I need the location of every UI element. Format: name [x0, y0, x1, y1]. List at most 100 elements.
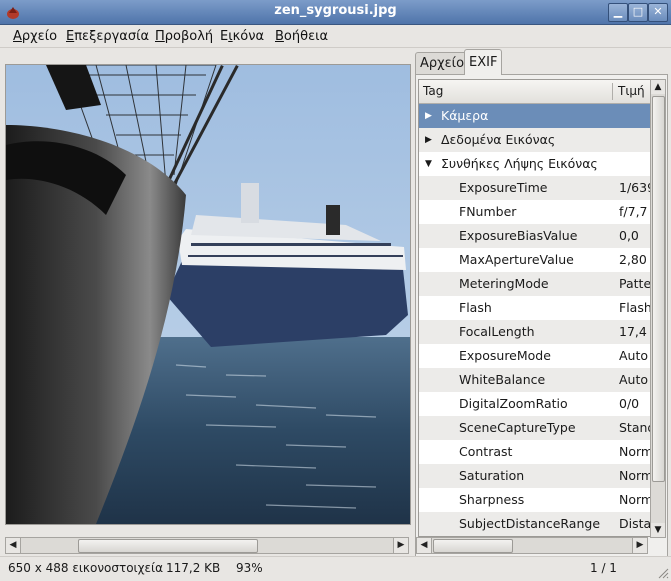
exif-tag: ExposureBiasValue — [459, 228, 578, 243]
exif-value: Norm — [619, 444, 652, 459]
expander-open-icon[interactable]: ▼ — [425, 152, 432, 176]
close-icon: ✕ — [653, 5, 663, 18]
exif-value: Flash — [619, 300, 652, 315]
expander-closed-icon[interactable]: ▶ — [425, 104, 432, 128]
menu-file[interactable]: Αρχείο — [13, 29, 57, 44]
exif-row[interactable]: FocalLength 17,4 — [419, 320, 651, 344]
exif-tag: Sharpness — [459, 492, 525, 507]
scroll-left-icon[interactable]: ◀ — [6, 538, 21, 553]
exif-tag: MaxApertureValue — [459, 252, 574, 267]
exif-value: Auto — [619, 372, 649, 387]
tab-file[interactable]: Αρχείο — [415, 52, 470, 74]
exif-row[interactable]: Contrast Norm — [419, 440, 651, 464]
window-title: zen_sygrousi.jpg — [274, 3, 397, 18]
status-page: 1 / 1 — [590, 561, 617, 575]
column-value[interactable]: Τιμή — [618, 84, 645, 98]
maximize-button[interactable]: □ — [628, 3, 648, 22]
maximize-icon: □ — [632, 5, 644, 18]
column-separator[interactable] — [612, 83, 613, 100]
exif-row[interactable]: SubjectDistanceRange Dista — [419, 512, 651, 536]
exif-tag: WhiteBalance — [459, 372, 546, 387]
menu-file-mnemonic: Α — [13, 29, 22, 44]
exif-vscrollbar[interactable]: ▲ ▼ — [650, 79, 666, 538]
exif-row[interactable]: MaxApertureValue 2,80 — [419, 248, 651, 272]
photo-ferry — [6, 65, 410, 524]
group-camera[interactable]: ▶ Κάμερα — [419, 104, 651, 128]
image-hscrollbar[interactable]: ◀ ▶ — [5, 537, 409, 554]
scroll-right-icon[interactable]: ▶ — [632, 538, 647, 553]
exif-tag: SubjectDistanceRange — [459, 516, 601, 531]
group-image-data[interactable]: ▶ Δεδομένα Εικόνας — [419, 128, 651, 152]
menu-image-label: κόνα — [232, 29, 265, 44]
exif-tag: Contrast — [459, 444, 513, 459]
exif-hscrollbar[interactable]: ◀ ▶ — [416, 537, 648, 554]
menu-image[interactable]: Εικόνα — [220, 29, 264, 44]
scroll-right-icon[interactable]: ▶ — [393, 538, 408, 553]
close-button[interactable]: ✕ — [648, 3, 668, 22]
exif-value: Norm — [619, 468, 652, 483]
menu-edit[interactable]: Επεξεργασία — [66, 29, 149, 44]
exif-row[interactable]: SceneCaptureType Stand — [419, 416, 651, 440]
pane-divider[interactable] — [410, 48, 414, 558]
exif-tag: SceneCaptureType — [459, 420, 576, 435]
resize-grip-icon[interactable] — [657, 567, 669, 579]
exif-value: 17,4 — [619, 324, 647, 339]
exif-tag: ExposureTime — [459, 180, 548, 195]
exif-row[interactable]: WhiteBalance Auto — [419, 368, 651, 392]
exif-row[interactable]: FNumber f/7,7 — [419, 200, 651, 224]
menu-help-label: οήθεια — [283, 29, 329, 44]
exif-tag: Flash — [459, 300, 492, 315]
menu-image-pre: Ε — [220, 29, 229, 44]
exif-tag: FocalLength — [459, 324, 535, 339]
image-hscroll-thumb[interactable] — [78, 539, 258, 553]
scroll-up-icon[interactable]: ▲ — [651, 80, 665, 94]
exif-value: Stand — [619, 420, 652, 435]
menu-help[interactable]: Βοήθεια — [275, 29, 328, 44]
status-dimensions: 650 x 488 εικονοστοιχεία — [8, 561, 163, 575]
statusbar: 650 x 488 εικονοστοιχεία 117,2 KB 93% 1 … — [0, 556, 671, 581]
exif-tree[interactable]: Tag Τιμή ▶ Κάμερα ▶ Δεδομένα Εικόνας ▼ Συνθήκ… — [418, 79, 652, 537]
exif-row[interactable]: Saturation Norm — [419, 464, 651, 488]
exif-tag: Saturation — [459, 468, 525, 483]
exif-value: 2,80 — [619, 252, 647, 267]
menu-edit-label: πεξεργασία — [74, 29, 150, 44]
exif-row[interactable]: Flash Flash — [419, 296, 651, 320]
scroll-down-icon[interactable]: ▼ — [651, 523, 665, 537]
exif-tag: DigitalZoomRatio — [459, 396, 568, 411]
group-label: Κάμερα — [441, 108, 489, 123]
exif-row[interactable]: MeteringMode Patte — [419, 272, 651, 296]
status-zoom: 93% — [236, 561, 263, 575]
exif-value: 1/639 — [619, 180, 652, 195]
exif-row[interactable]: ExposureTime 1/639 — [419, 176, 651, 200]
image-view[interactable] — [5, 64, 411, 525]
window-titlebar[interactable]: zen_sygrousi.jpg ▁ □ ✕ — [0, 0, 671, 25]
group-label: Δεδομένα Εικόνας — [441, 132, 556, 147]
exif-row[interactable]: DigitalZoomRatio 0/0 — [419, 392, 651, 416]
exif-hscroll-thumb[interactable] — [433, 539, 513, 553]
menubar: Αρχείο Επεξεργασία Προβολή Εικόνα Βοήθει… — [0, 25, 671, 48]
exif-vscroll-thumb[interactable] — [652, 96, 665, 482]
exif-value: Norm — [619, 492, 652, 507]
exif-row[interactable]: ExposureBiasValue 0,0 — [419, 224, 651, 248]
exif-header: Tag Τιμή — [419, 80, 651, 104]
group-capture[interactable]: ▼ Συνθήκες Λήψης Εικόνας — [419, 152, 651, 176]
column-tag[interactable]: Tag — [423, 84, 443, 98]
scroll-left-icon[interactable]: ◀ — [417, 538, 432, 553]
exif-tag: ExposureMode — [459, 348, 551, 363]
exif-tag: FNumber — [459, 204, 517, 219]
menu-view-label: ροβολή — [164, 29, 214, 44]
menu-edit-mnemonic: Ε — [66, 29, 75, 44]
menu-help-mnemonic: Β — [275, 29, 284, 44]
exif-value: Dista — [619, 516, 652, 531]
minimize-button[interactable]: ▁ — [608, 3, 628, 22]
tab-exif[interactable]: EXIF — [464, 49, 503, 75]
exif-value: Patte — [619, 276, 652, 291]
minimize-icon: ▁ — [613, 5, 623, 18]
exif-value: f/7,7 — [619, 204, 648, 219]
exif-value: Auto — [619, 348, 649, 363]
exif-row[interactable]: Sharpness Norm — [419, 488, 651, 512]
menu-view[interactable]: Προβολή — [155, 29, 213, 44]
expander-closed-icon[interactable]: ▶ — [425, 128, 432, 152]
group-label: Συνθήκες Λήψης Εικόνας — [441, 156, 598, 171]
exif-row[interactable]: ExposureMode Auto — [419, 344, 651, 368]
